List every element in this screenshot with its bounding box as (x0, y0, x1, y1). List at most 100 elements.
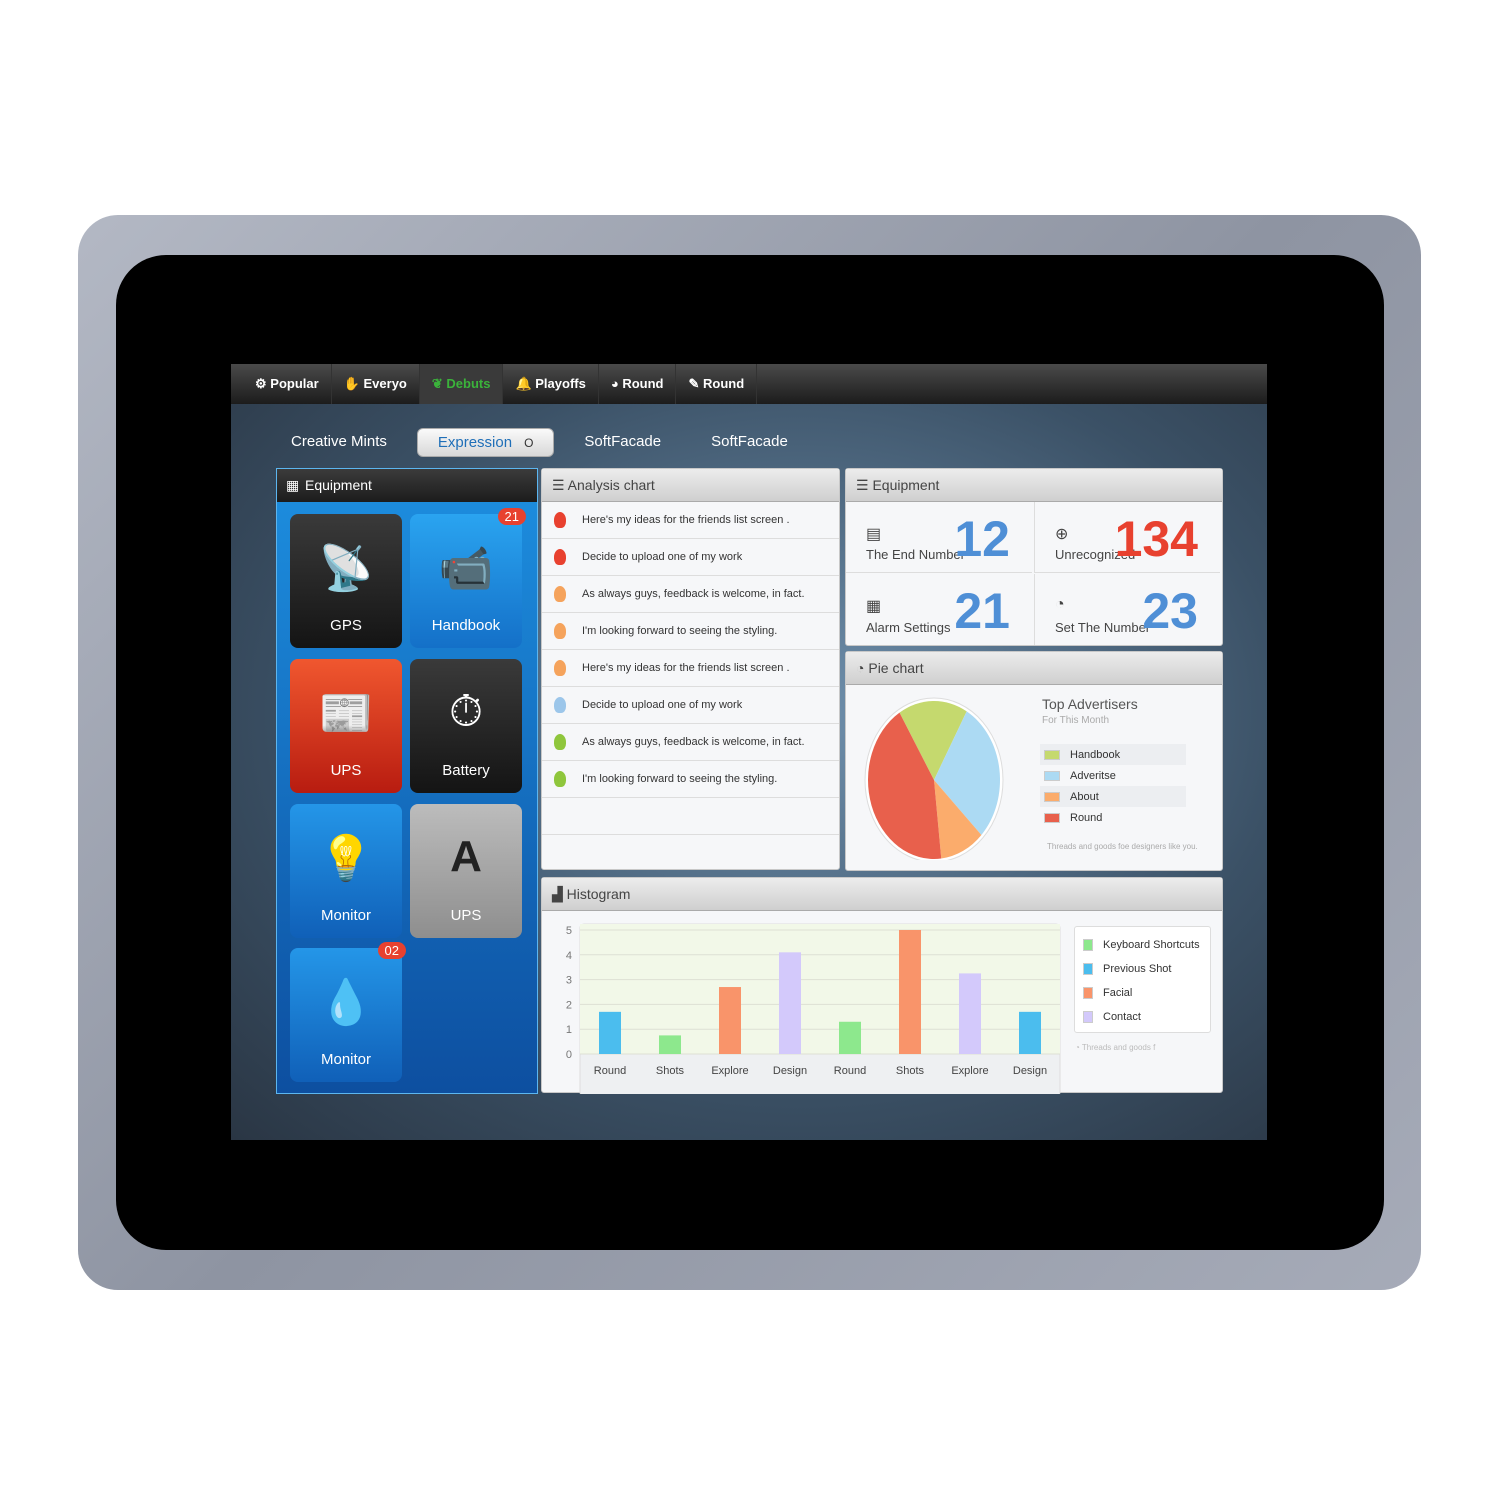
tile-battery[interactable]: ⏱ Battery (410, 659, 522, 793)
pie-icon: ◔ (1055, 596, 1065, 613)
satellite-dish-icon: 📡 (318, 544, 374, 593)
stat-set-the-number: ◔ Set The Number 23 (1034, 574, 1220, 645)
stopwatch-icon: ⏱ (448, 687, 484, 736)
stat-the-end-number: ▤ The End Number 12 (846, 502, 1032, 573)
nav-item-popular[interactable]: ⚙ Popular (243, 364, 332, 404)
camera-icon: 📹 (438, 544, 494, 593)
tile-monitor[interactable]: 💡 Monitor (290, 804, 402, 938)
nav-item-playoffs[interactable]: 🔔 Playoffs (503, 364, 599, 404)
equipment-panel: ▦ Equipment 📡 GPS 📹 Handbook 21 📰 UPS ⏱ Battery 💡 M… (276, 468, 538, 1094)
list-item-empty (542, 798, 839, 835)
x-tick-label: Shots (656, 1065, 685, 1077)
calculator-icon: ▤ (866, 526, 882, 543)
pie-icon: ◔ (1075, 1043, 1082, 1052)
x-tick-label: Explore (711, 1065, 748, 1077)
y-tick-label: 5 (566, 925, 572, 937)
bar-shots (659, 1035, 681, 1054)
histogram-header: ▟ Histogram (542, 878, 1222, 911)
calendar-icon: ▦ (866, 598, 882, 615)
tile-ups[interactable]: 📰 UPS (290, 659, 402, 793)
pie-footer: Threads and goods foe designers like you… (1047, 842, 1198, 851)
pie-panel: ◔ Pie chart Top Advertisers For This Mon… (845, 651, 1223, 871)
pie-heading: Top Advertisers (1042, 696, 1138, 712)
analysis-panel: ☰ Analysis chart Here's my ideas for the… (541, 468, 840, 870)
leaf-icon: ❦ (431, 376, 447, 391)
analysis-header: ☰ Analysis chart (542, 469, 839, 502)
x-tick-label: Explore (951, 1065, 988, 1077)
bar-design (1019, 1011, 1041, 1054)
list-item[interactable]: As always guys, feedback is welcome, in … (542, 576, 839, 613)
y-tick-label: 3 (566, 975, 572, 987)
tab-softfacade[interactable]: SoftFacade (691, 428, 808, 457)
nav-item-round[interactable]: ✎ Round (676, 364, 758, 404)
pie-legend-item: Adveritse (1040, 765, 1186, 786)
legend-swatch (1083, 963, 1093, 975)
histogram-legend-item: Contact (1079, 1005, 1210, 1029)
pie-chart (864, 697, 1004, 860)
bar-round (839, 1021, 861, 1054)
list-item[interactable]: As always guys, feedback is welcome, in … (542, 724, 839, 761)
nav-item-debuts[interactable]: ❦ Debuts (419, 364, 504, 404)
equipment-header: ▦ Equipment (277, 469, 537, 502)
tab-expression[interactable]: Expression O (416, 428, 555, 457)
legend-swatch (1083, 987, 1093, 999)
nav-item-everyo[interactable]: ✋ Everyo (332, 364, 420, 404)
feather-icon: ✎ (688, 376, 703, 391)
status-icon (554, 512, 566, 528)
tile-monitor[interactable]: 💧 Monitor 02 (290, 942, 406, 1082)
tile-handbook[interactable]: 📹 Handbook 21 (410, 508, 526, 648)
list-icon: ☰ (856, 477, 873, 493)
list-item[interactable]: Here's my ideas for the friends list scr… (542, 650, 839, 687)
x-tick-label: Round (594, 1065, 626, 1077)
histogram-footer: ◔ Threads and goods f (1075, 1043, 1156, 1052)
notification-badge: 02 (377, 942, 406, 959)
tab-softfacade[interactable]: SoftFacade (564, 428, 681, 457)
pacman-icon: ◕ (610, 376, 623, 391)
stat-alarm-settings: ▦ Alarm Settings 21 (866, 583, 1010, 639)
legend-swatch (1083, 939, 1093, 951)
bar-chart-icon: ▟ (552, 886, 567, 902)
pie-legend-item: Handbook (1040, 744, 1186, 765)
y-tick-label: 2 (566, 999, 572, 1011)
histogram-legend: Keyboard Shortcuts Previous Shot Facial Con… (1074, 926, 1211, 1033)
list-item[interactable]: I'm looking forward to seeing the stylin… (542, 761, 839, 798)
tab-indicator: O (524, 436, 534, 450)
legend-swatch (1044, 770, 1060, 781)
hand-icon: ✋ (343, 376, 364, 391)
x-tick-label: Round (834, 1065, 866, 1077)
bar-design (779, 952, 801, 1054)
y-tick-label: 0 (566, 1049, 572, 1061)
stat-unrecognized: ⊕ Unrecognized 134 (1034, 502, 1220, 573)
bar-explore (719, 987, 741, 1054)
x-tick-label: Shots (896, 1065, 925, 1077)
drop-icon: 💧 (318, 978, 374, 1027)
list-item[interactable]: Decide to upload one of my work (542, 539, 839, 576)
list-item[interactable]: I'm looking forward to seeing the stylin… (542, 613, 839, 650)
tab-creative-mints[interactable]: Creative Mints (271, 428, 407, 457)
histogram-legend-item: Keyboard Shortcuts (1079, 933, 1210, 957)
legend-swatch (1044, 791, 1060, 802)
bell-icon: 🔔 (515, 376, 536, 391)
bar-round (599, 1011, 621, 1054)
x-tick-label: Design (773, 1065, 807, 1077)
status-icon (554, 623, 566, 639)
tile-ups[interactable]: A UPS (410, 804, 522, 938)
histogram-legend-item: Facial (1079, 981, 1210, 1005)
pie-legend-item: Round (1040, 807, 1186, 828)
status-icon (554, 771, 566, 787)
nav-item-round[interactable]: ◕ Round (599, 364, 677, 404)
gear-icon: ⚙ (255, 376, 271, 391)
list-item[interactable]: Here's my ideas for the friends list scr… (542, 502, 839, 539)
lightbulb-icon: 💡 (318, 834, 374, 883)
notification-badge: 21 (497, 508, 526, 525)
pie-icon: ◔ (856, 660, 869, 676)
top-nav: ⚙ Popular ✋ Everyo ❦ Debuts 🔔 Playoffs ◕ Rou… (231, 364, 1267, 404)
histogram-chart: 0 1 2 3 4 5 Round Shots Explore Design Round Shots E… (566, 923, 1061, 1094)
tile-gps[interactable]: 📡 GPS (290, 514, 402, 648)
plot-area (580, 924, 1060, 1054)
y-tick-label: 1 (566, 1024, 572, 1036)
list-item[interactable]: Decide to upload one of my work (542, 687, 839, 724)
letter-a-icon: A (450, 832, 482, 881)
tab-bar: Creative Mints Expression O SoftFacade SoftF… (271, 428, 818, 457)
histogram-legend-item: Previous Shot (1079, 957, 1210, 981)
